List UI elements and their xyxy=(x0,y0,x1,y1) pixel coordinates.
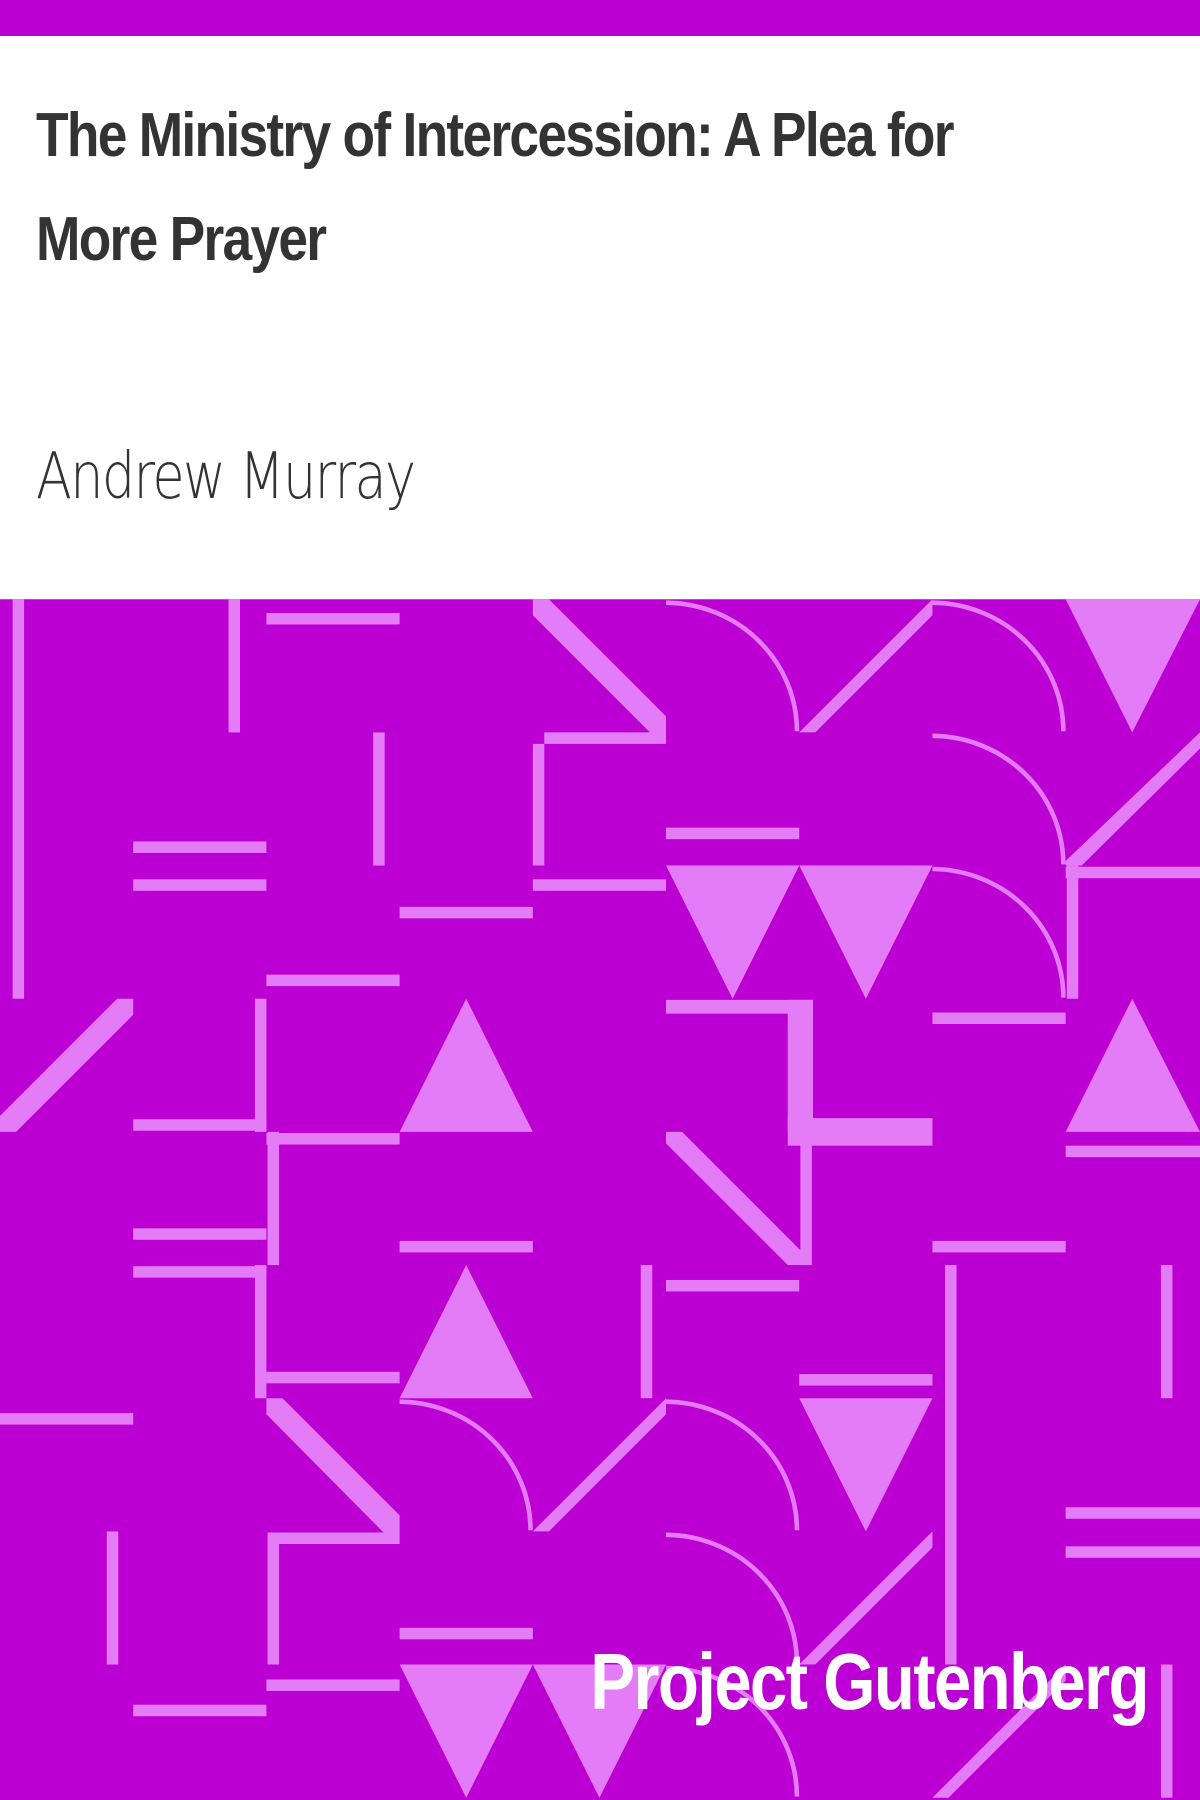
publisher-logo-text: Project Gutenberg xyxy=(590,1637,1149,1726)
pattern-background xyxy=(0,599,1200,1800)
cover-pattern xyxy=(0,599,1200,1800)
